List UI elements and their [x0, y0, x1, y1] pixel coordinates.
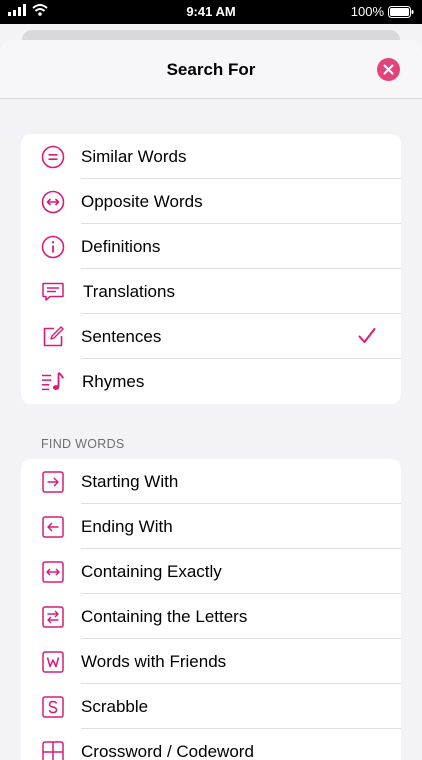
left-right-arrow-square-icon: [41, 560, 65, 584]
sheet-title: Search For: [166, 60, 256, 79]
list-item-label: Definitions: [81, 237, 161, 256]
list-item-label: Rhymes: [82, 372, 145, 391]
close-button[interactable]: [377, 58, 400, 81]
checkmark-icon: [357, 326, 377, 346]
grid-square-icon: [41, 740, 65, 760]
list-item-opposite-words[interactable]: Opposite Words: [21, 179, 401, 224]
sheet-header: Search For: [0, 40, 422, 99]
list-item-label: Crossword / Codeword: [81, 742, 254, 760]
list-item-similar-words[interactable]: Similar Words: [21, 134, 401, 179]
list-item-label: Sentences: [81, 327, 162, 346]
compose-icon: [41, 325, 65, 349]
equals-circle-icon: [41, 145, 65, 169]
status-bar: 9:41 AM 100%: [0, 0, 422, 24]
w-square-icon: [41, 650, 65, 674]
status-right: 100%: [351, 4, 414, 19]
list-item-rhymes[interactable]: Rhymes: [21, 359, 401, 404]
s-square-icon: [41, 695, 65, 719]
music-note-icon: [41, 370, 65, 394]
list-item-containing-letters[interactable]: Containing the Letters: [21, 594, 401, 639]
search-type-list: Similar Words Opposite Words Definitions…: [21, 134, 401, 404]
list-item-scrabble[interactable]: Scrabble: [21, 684, 401, 729]
list-item-label: Starting With: [81, 472, 179, 491]
close-icon: [383, 64, 394, 75]
find-words-list: Starting With Ending With Containing Exa…: [21, 459, 401, 760]
swap-arrows-square-icon: [41, 605, 65, 629]
list-item-label: Words with Friends: [81, 652, 227, 671]
list-item-starting-with[interactable]: Starting With: [21, 459, 401, 504]
list-item-label: Ending With: [81, 517, 173, 536]
list-item-label: Similar Words: [81, 147, 187, 166]
list-item-label: Scrabble: [81, 697, 149, 716]
list-item-words-with-friends[interactable]: Words with Friends: [21, 639, 401, 684]
info-circle-icon: [41, 235, 65, 259]
list-item-translations[interactable]: Translations: [21, 269, 401, 314]
speech-bubble-icon: [41, 280, 65, 304]
list-item-crossword[interactable]: Crossword / Codeword: [21, 729, 401, 760]
left-right-arrow-circle-icon: [41, 190, 65, 214]
list-item-containing-exactly[interactable]: Containing Exactly: [21, 549, 401, 594]
list-item-label: Containing Exactly: [81, 562, 222, 581]
list-item-ending-with[interactable]: Ending With: [21, 504, 401, 549]
arrow-right-square-icon: [41, 470, 65, 494]
list-item-label: Opposite Words: [81, 192, 203, 211]
list-item-sentences[interactable]: Sentences: [21, 314, 401, 359]
battery-percent: 100%: [350, 4, 384, 19]
battery-icon: [388, 5, 414, 18]
list-item-definitions[interactable]: Definitions: [21, 224, 401, 269]
find-words-header: FIND WORDS: [41, 437, 125, 451]
list-item-label: Translations: [83, 282, 175, 301]
list-item-label: Containing the Letters: [81, 607, 248, 626]
arrow-left-square-icon: [41, 515, 65, 539]
search-for-sheet: Search For Similar Words Opposite Words …: [0, 40, 422, 760]
